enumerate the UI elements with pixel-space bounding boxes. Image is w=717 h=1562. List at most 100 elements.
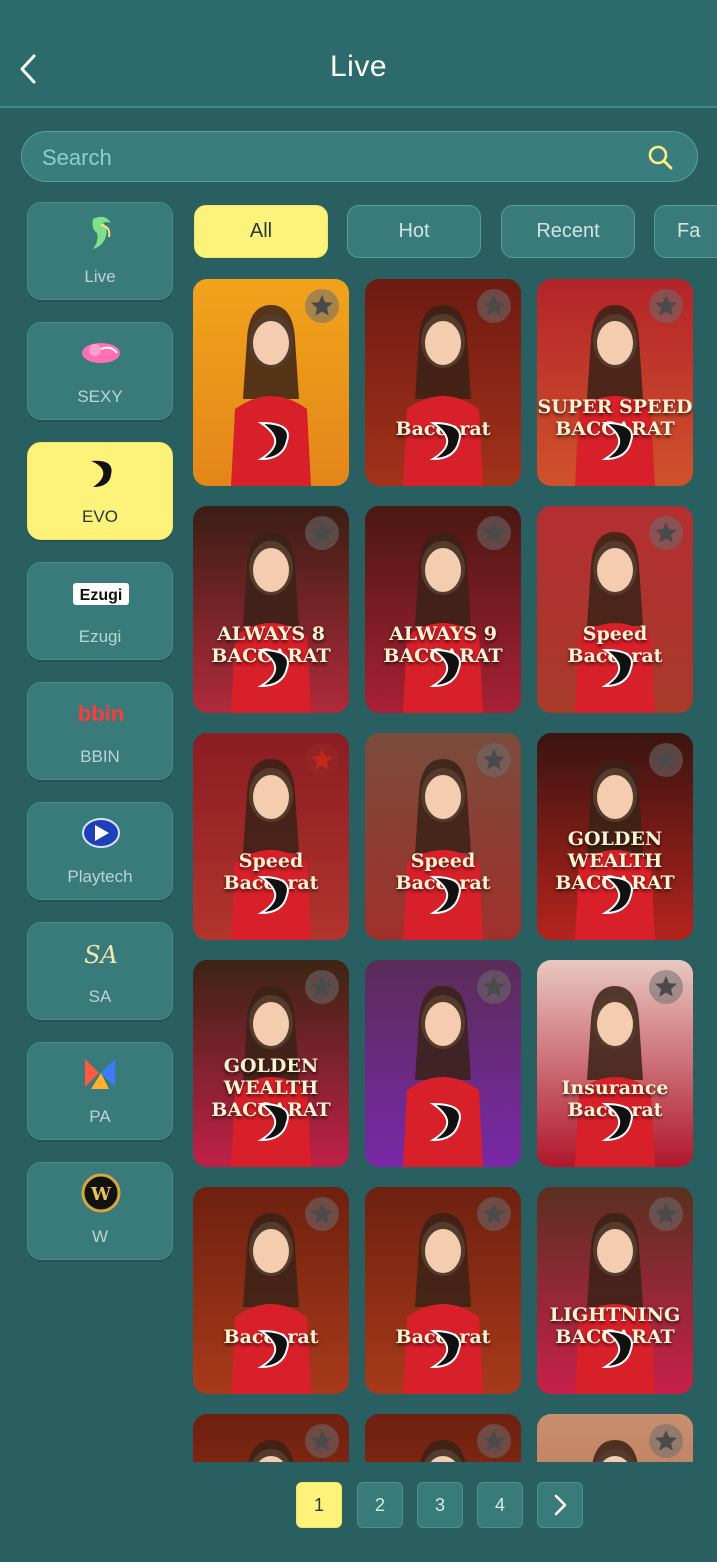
star-icon [483,976,505,997]
favorite-button[interactable] [305,970,339,1004]
star-icon [483,1203,505,1224]
game-card[interactable] [537,1414,693,1462]
sidebar-item-bbin[interactable]: bbin BBIN [27,682,173,780]
bbin-logo-icon: bbin [78,701,124,726]
favorite-button[interactable] [477,743,511,777]
evo-logo-icon [601,875,633,915]
game-card[interactable] [193,1414,349,1462]
svg-text:W: W [90,1184,112,1205]
favorite-button[interactable] [649,516,683,550]
sidebar-item-label: PA [89,1107,111,1126]
tab-recent[interactable]: Recent [501,205,635,258]
page-3-button[interactable]: 3 [417,1482,463,1528]
game-card[interactable] [365,1414,521,1462]
evo-logo-icon [429,875,461,915]
favorite-button[interactable] [649,970,683,1004]
star-icon [311,976,333,997]
sidebar-item-w[interactable]: W W [27,1162,173,1260]
star-icon [483,1430,505,1451]
favorite-button[interactable] [477,1197,511,1231]
tab-favorites[interactable]: Fa [654,205,717,258]
star-icon [483,749,505,770]
favorite-button[interactable] [649,289,683,323]
sidebar-item-sa[interactable]: SA SA [27,922,173,1020]
sidebar-item-label: Ezugi [78,627,122,646]
favorite-button[interactable] [305,516,339,550]
game-card[interactable] [365,960,521,1167]
evo-logo-icon [429,1329,461,1369]
game-card[interactable] [193,279,349,486]
favorite-button[interactable] [477,970,511,1004]
game-card[interactable]: Speed Baccarat [193,733,349,940]
sidebar-item-label: BBIN [80,747,120,766]
game-card[interactable]: Speed Baccarat [365,733,521,940]
favorite-button[interactable] [305,1424,339,1458]
favorite-button[interactable] [305,1197,339,1231]
chevron-right-icon [554,1494,567,1516]
game-card[interactable]: Speed Baccarat [537,506,693,713]
sidebar-item-ezugi[interactable]: Ezugi Ezugi [27,562,173,660]
favorite-button[interactable] [649,1197,683,1231]
page-4-button[interactable]: 4 [477,1482,523,1528]
star-icon [311,1430,333,1451]
game-card[interactable]: GOLDEN WEALTH BACCARAT [193,960,349,1167]
game-card[interactable]: Baccarat [193,1187,349,1394]
game-card[interactable]: LIGHTNING BACCARAT [537,1187,693,1394]
sidebar-item-label: Playtech [67,867,133,886]
app-header: Live [0,0,717,108]
evo-logo-icon [429,1102,461,1142]
sidebar-item-playtech[interactable]: Playtech [27,802,173,900]
sidebar-item-evo[interactable]: EVO [27,442,173,540]
star-icon [655,295,677,316]
evo-logo-icon [257,1329,289,1369]
game-card[interactable]: Baccarat [365,1187,521,1394]
playtech-logo-icon [82,818,120,848]
favorite-button[interactable] [477,289,511,323]
sexy-logo-icon [82,343,120,363]
favorite-button[interactable] [649,743,683,777]
sidebar-item-pa[interactable]: PA [27,1042,173,1140]
sidebar-item-label: SA [88,987,112,1006]
sidebar-item-label: EVO [82,507,118,526]
evo-logo-icon [429,421,461,461]
sa-logo-icon: SA [84,941,118,969]
favorite-button[interactable] [477,516,511,550]
game-card[interactable]: ALWAYS 8 BACCARAT [193,506,349,713]
live-lady-icon [92,216,111,249]
sidebar-item-label: Live [84,267,116,286]
search-bar [21,131,698,183]
sidebar-item-label: W [91,1227,109,1246]
star-icon [655,976,677,997]
svg-text:SA: SA [84,941,118,969]
page-1-button[interactable]: 1 [296,1482,342,1528]
star-icon [311,522,333,543]
evo-logo-icon [601,1329,633,1369]
star-icon [655,1203,677,1224]
evo-logo-icon [91,460,112,487]
w-logo-icon: W [81,1173,121,1213]
star-icon [311,749,333,770]
favorite-button[interactable] [649,1424,683,1458]
star-icon [311,295,333,316]
sidebar-item-sexy[interactable]: SEXY [27,322,173,420]
game-card[interactable]: SUPER SPEED BACCARAT [537,279,693,486]
game-card[interactable]: Insurance Baccarat [537,960,693,1167]
page-2-button[interactable]: 2 [357,1482,403,1528]
favorite-button[interactable] [305,743,339,777]
next-page-button[interactable] [537,1482,583,1528]
tab-hot[interactable]: Hot [347,205,481,258]
search-input[interactable] [40,132,644,183]
sidebar-item-live[interactable]: Live [27,202,173,300]
favorite-button[interactable] [477,1424,511,1458]
evo-logo-icon [429,648,461,688]
evo-logo-icon [257,648,289,688]
game-card[interactable]: Baccarat [365,279,521,486]
search-icon[interactable] [647,144,673,170]
game-card[interactable]: ALWAYS 9 BACCARAT [365,506,521,713]
game-card[interactable]: GOLDEN WEALTH BACCARAT [537,733,693,940]
evo-logo-icon [601,421,633,461]
favorite-button[interactable] [305,289,339,323]
tab-all[interactable]: All [194,205,328,258]
evo-logo-icon [601,1102,633,1142]
evo-logo-icon [257,875,289,915]
